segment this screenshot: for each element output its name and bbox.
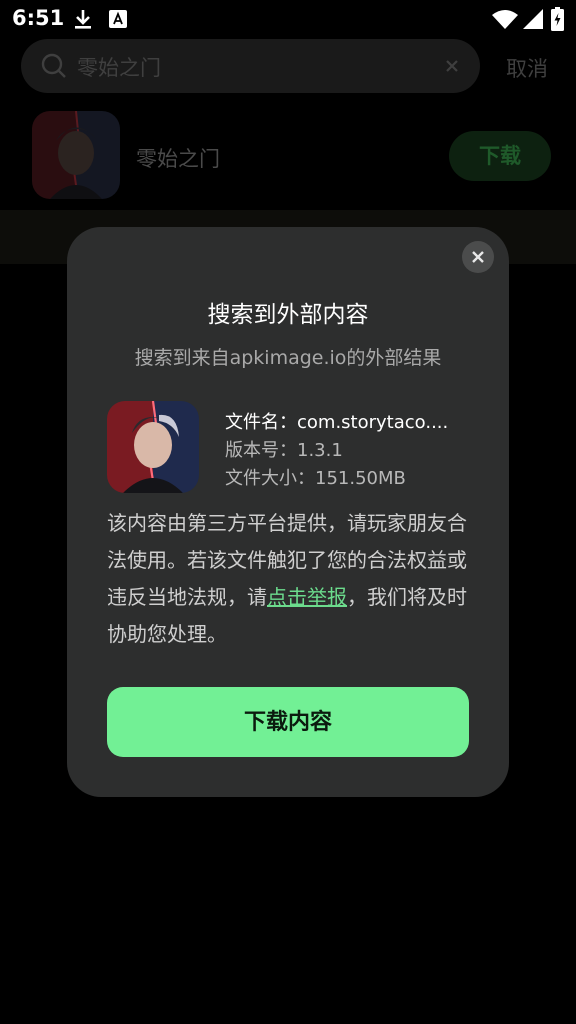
cancel-button[interactable]: 取消 [506, 53, 548, 83]
file-size: 文件大小：151.50MB [225, 468, 406, 489]
file-version: 版本号：1.3.1 [225, 440, 343, 461]
result-title[interactable]: 零始之门 [136, 143, 220, 173]
font-a-icon [109, 10, 127, 32]
report-link[interactable]: 点击举报 [267, 585, 347, 609]
status-bar: 6:51 [0, 0, 576, 38]
status-time: 6:51 [12, 6, 65, 30]
app-icon[interactable] [32, 111, 120, 199]
file-name: 文件名：com.storytaco.... [225, 412, 449, 433]
wifi-icon [492, 9, 518, 33]
notice-text: 该内容由第三方平台提供，请玩家朋友合法使用。若该文件触犯了您的合法权益或违反当地… [107, 505, 469, 653]
dialog-subtitle: 搜索到来自apkimage.io的外部结果 [134, 347, 442, 369]
download-content-button[interactable]: 下载内容 [107, 687, 469, 757]
external-content-dialog: 搜索到外部内容 搜索到来自apkimage.io的外部结果 文件名：com.st… [67, 227, 509, 797]
search-icon [40, 52, 68, 84]
battery-icon [551, 7, 564, 35]
close-button[interactable] [462, 241, 494, 273]
clear-icon[interactable] [444, 58, 460, 78]
cellular-icon [523, 9, 543, 33]
search-bar[interactable]: 零始之门 [21, 39, 480, 93]
search-input[interactable]: 零始之门 [77, 52, 161, 82]
result-download-label: 下载 [479, 144, 521, 168]
download-content-label: 下载内容 [243, 709, 332, 734]
file-app-icon [107, 401, 199, 493]
dialog-title: 搜索到外部内容 [207, 302, 369, 328]
result-download-button[interactable]: 下载 [449, 131, 551, 181]
download-icon [73, 8, 93, 34]
close-icon [472, 251, 484, 263]
